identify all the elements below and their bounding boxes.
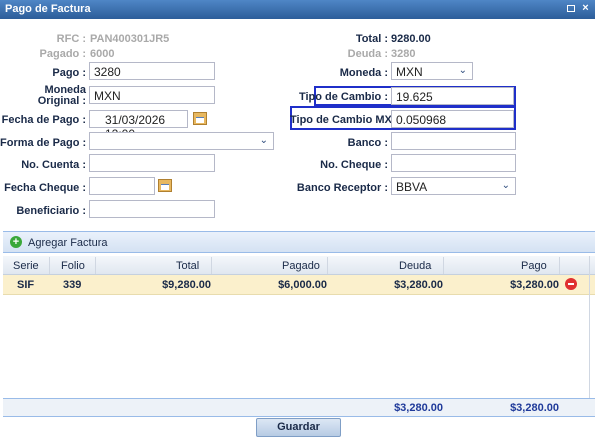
rfc-label: RFC : [56,33,86,45]
tipo-cambio-label: Tipo de Cambio : [298,91,388,103]
no-cuenta-label: No. Cuenta : [21,159,86,171]
column-header-pago[interactable]: Pago [521,260,547,272]
calendar-icon[interactable] [193,112,207,125]
total-label: Total : [355,33,388,45]
column-divider [95,257,96,274]
column-header-deuda[interactable]: Deuda [399,260,431,272]
pago-input[interactable]: 3280 [89,62,215,80]
banco-input[interactable] [391,132,516,150]
banco-receptor-label: Banco Receptor : [296,182,388,194]
cell-pago: $3,280.00 [510,279,559,291]
pagado-label: Pagado : [39,48,86,60]
chevron-down-icon: ⌄ [501,180,510,191]
grid-footer-totals: $3,280.00 $3,280.00 [3,398,595,417]
rfc-value: PAN400301JR5 [90,33,170,45]
column-header-folio[interactable]: Folio [61,260,85,272]
calendar-icon[interactable] [158,179,172,192]
pagado-value: 6000 [90,48,115,60]
column-divider [49,257,50,274]
no-cheque-input[interactable] [391,154,516,172]
tipo-cambio-mxn-input[interactable]: 0.050968 [391,110,514,128]
moneda-select-value: MXN [396,65,423,79]
footer-pago-total: $3,280.00 [510,402,559,414]
total-value: 9280.00 [391,33,431,45]
grid-scrollbar[interactable] [589,256,595,398]
pago-label: Pago : [52,67,86,79]
plus-icon: + [10,236,22,248]
no-cheque-label: No. Cheque : [320,159,388,171]
banco-receptor-select-value: BBVA [396,180,428,194]
beneficiario-label: Beneficiario : [16,205,86,217]
column-header-serie[interactable]: Serie [13,260,39,272]
add-invoice-label: Agregar Factura [28,237,108,249]
tipo-cambio-mxn-label: Tipo de Cambio MXN : [290,114,407,126]
chevron-down-icon: ⌄ [259,135,268,146]
close-icon[interactable]: × [580,3,591,14]
deuda-value: 3280 [391,48,416,60]
fecha-pago-label: Fecha de Pago : [1,114,86,126]
cell-serie: SIF [17,279,35,291]
grid-toolbar: + Agregar Factura [3,231,595,253]
moneda-select[interactable]: MXN ⌄ [391,62,473,80]
moneda-original-label: Moneda Original : [0,85,86,107]
cell-deuda: $3,280.00 [394,279,443,291]
moneda-label: Moneda : [339,67,388,79]
banco-label: Banco : [347,137,388,149]
window-title: Pago de Factura [5,3,91,15]
fecha-cheque-input[interactable] [89,177,155,195]
moneda-original-label-line2: Original : [37,95,86,107]
no-cuenta-input[interactable] [89,154,215,172]
cell-pagado: $6,000.00 [278,279,327,291]
chevron-down-icon: ⌄ [458,65,467,76]
footer-deuda-total: $3,280.00 [394,402,443,414]
cell-folio: 339 [63,279,82,291]
forma-pago-select[interactable]: ⌄ [89,132,274,150]
save-button[interactable]: Guardar [256,418,341,437]
tipo-cambio-input[interactable]: 19.625 [391,87,514,105]
beneficiario-input[interactable] [89,200,215,218]
grid-header: Serie Folio Total Pagado Deuda Pago [3,256,595,275]
moneda-original-input[interactable]: MXN [89,86,215,104]
column-divider [327,257,328,274]
window-controls: × [567,3,591,14]
fecha-pago-input[interactable]: 31/03/2026 12:00 [89,110,188,141]
column-divider [443,257,444,274]
table-row[interactable]: SIF 339 $9,280.00 $6,000.00 $3,280.00 $3… [3,275,595,295]
maximize-icon[interactable] [567,5,575,12]
fecha-cheque-label: Fecha Cheque : [4,182,86,194]
window-titlebar: Pago de Factura × [0,0,595,19]
deuda-label: Deuda : [347,48,388,60]
column-divider [211,257,212,274]
forma-pago-label: Forma de Pago : [0,137,87,149]
banco-receptor-select[interactable]: BBVA ⌄ [391,177,516,195]
cell-total: $9,280.00 [162,279,211,291]
column-divider [559,257,560,274]
column-header-total[interactable]: Total [176,260,199,272]
delete-icon[interactable] [565,278,577,290]
column-header-pagado[interactable]: Pagado [282,260,320,272]
